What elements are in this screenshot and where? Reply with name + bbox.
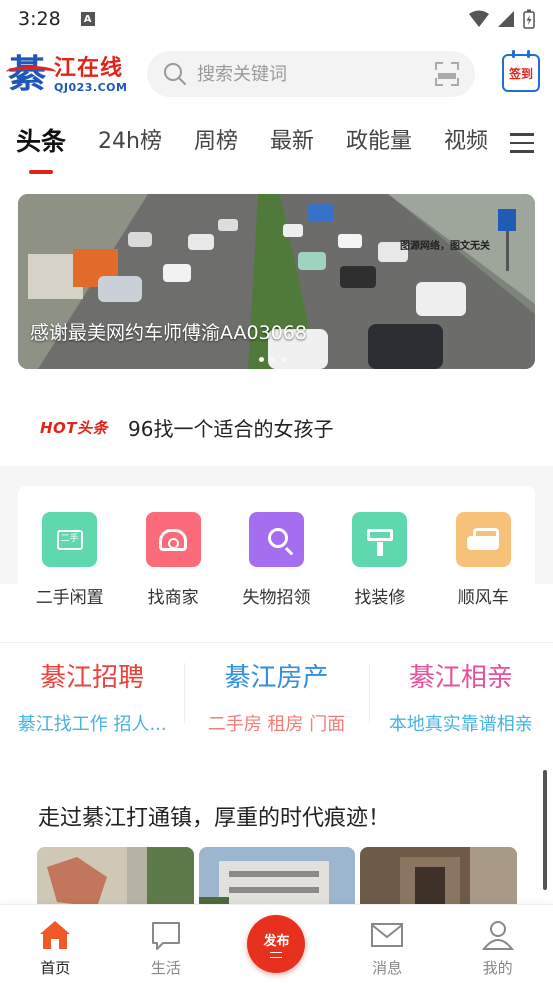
nav-label: 我的 bbox=[482, 959, 513, 977]
channel-dating[interactable]: 綦江相亲 本地真实靠谱相亲 bbox=[368, 655, 553, 750]
nav-home[interactable]: 首页 bbox=[0, 905, 111, 984]
logo[interactable]: 綦 江在线 QJ023.COM bbox=[6, 50, 134, 98]
service-renovation[interactable]: 找装修 bbox=[332, 512, 428, 624]
channel-subtitle: 綦江找工作 招人... bbox=[17, 714, 167, 735]
home-icon bbox=[40, 921, 71, 949]
status-time: 3:28 bbox=[18, 8, 61, 30]
channel-title: 綦江相亲 bbox=[408, 663, 513, 693]
category-tabs: 头条 24h榜 周榜 最新 政能量 视频 bbox=[0, 118, 553, 174]
banner-watermark: 图源网络，图文无关 bbox=[400, 241, 490, 252]
service-secondhand[interactable]: 二手 二手闲置 bbox=[22, 512, 118, 624]
channel-links: 綦江招聘 綦江找工作 招人... 綦江房产 二手房 租房 门面 綦江相亲 本地真… bbox=[0, 655, 553, 750]
tab-positive-energy[interactable]: 政能量 bbox=[346, 118, 412, 174]
tab-video[interactable]: 视频 bbox=[444, 118, 488, 174]
menu-icon[interactable] bbox=[510, 133, 534, 155]
nav-profile[interactable]: 我的 bbox=[442, 905, 553, 984]
nav-label: 生活 bbox=[150, 959, 181, 977]
scan-icon[interactable] bbox=[435, 62, 459, 86]
mail-icon bbox=[371, 923, 404, 947]
chat-icon bbox=[151, 922, 180, 950]
car-icon bbox=[455, 512, 511, 567]
bottom-nav: 首页 生活 发布 消息 我的 bbox=[0, 904, 553, 984]
search-bar[interactable] bbox=[147, 51, 475, 97]
scrollbar[interactable] bbox=[543, 770, 547, 890]
publish-label: 发布 bbox=[263, 934, 290, 949]
channel-real-estate[interactable]: 綦江房产 二手房 租房 门面 bbox=[184, 655, 368, 750]
service-label: 二手闲置 bbox=[35, 588, 104, 608]
logo-text: 江在线 bbox=[54, 56, 124, 81]
article-images[interactable] bbox=[37, 847, 518, 917]
banner-carousel[interactable]: 图源网络，图文无关 感谢最美网约车师傅渝AA03068 bbox=[18, 194, 535, 369]
notification-icon: A bbox=[80, 12, 95, 26]
header: 綦 江在线 QJ023.COM 签到 bbox=[0, 42, 553, 106]
user-icon bbox=[481, 921, 514, 950]
tab-weekly[interactable]: 周榜 bbox=[194, 118, 238, 174]
banner-caption: 感谢最美网约车师傅渝AA03068 bbox=[30, 322, 307, 344]
banner-dot[interactable] bbox=[270, 357, 275, 362]
service-lost-found[interactable]: 失物招领 bbox=[228, 512, 324, 624]
tab-24h[interactable]: 24h榜 bbox=[98, 118, 162, 174]
wifi-icon bbox=[469, 10, 489, 27]
nav-label: 消息 bbox=[372, 959, 403, 977]
section-divider bbox=[0, 642, 553, 643]
checkin-button[interactable]: 签到 bbox=[502, 50, 540, 92]
banner-dot[interactable] bbox=[259, 357, 264, 362]
hot-headline[interactable]: HOT头条 96找一个适合的女孩子 bbox=[0, 398, 553, 456]
banner-pagination bbox=[259, 357, 286, 362]
search-icon bbox=[164, 63, 186, 85]
channel-title: 綦江房产 bbox=[224, 663, 329, 693]
search-icon bbox=[248, 512, 304, 567]
checkin-label: 签到 bbox=[508, 66, 533, 81]
publish-button[interactable]: 发布 bbox=[247, 915, 306, 973]
hot-headline-text[interactable]: 96找一个适合的女孩子 bbox=[128, 413, 333, 442]
service-carpool[interactable]: 顺风车 bbox=[435, 512, 531, 624]
hot-badge: HOT头条 bbox=[40, 418, 109, 437]
tab-track: 头条 24h榜 周榜 最新 政能量 视频 bbox=[0, 118, 500, 174]
service-label: 失物招领 bbox=[242, 588, 311, 608]
logo-swoosh bbox=[6, 66, 56, 78]
channel-subtitle: 本地真实靠谱相亲 bbox=[388, 714, 533, 735]
nav-messages[interactable]: 消息 bbox=[332, 905, 443, 984]
nav-life[interactable]: 生活 bbox=[111, 905, 222, 984]
brush-icon bbox=[352, 512, 408, 567]
status-bar: 3:28 A bbox=[0, 0, 553, 38]
tab-latest[interactable]: 最新 bbox=[270, 118, 314, 174]
logo-domain: QJ023.COM bbox=[54, 81, 128, 94]
services-grid: 二手 二手闲置 找商家 失物招领 找装修 顺风车 bbox=[18, 486, 535, 624]
nav-publish[interactable]: 发布 bbox=[221, 905, 332, 984]
banner-dot[interactable] bbox=[281, 357, 286, 362]
service-label: 顺风车 bbox=[457, 588, 509, 608]
channel-title: 綦江招聘 bbox=[40, 663, 145, 693]
publish-icon bbox=[270, 952, 283, 958]
phone-icon bbox=[145, 512, 201, 567]
status-icons bbox=[469, 9, 535, 29]
channel-subtitle: 二手房 租房 门面 bbox=[207, 714, 346, 735]
tag-icon: 二手 bbox=[42, 512, 98, 567]
article-title[interactable]: 走过綦江打通镇，厚重的时代痕迹！ bbox=[38, 800, 390, 832]
service-label: 找商家 bbox=[147, 588, 199, 608]
service-find-merchant[interactable]: 找商家 bbox=[125, 512, 221, 624]
search-input[interactable] bbox=[197, 63, 417, 85]
signal-icon bbox=[498, 11, 514, 27]
tab-headlines[interactable]: 头条 bbox=[16, 118, 66, 174]
service-label: 找装修 bbox=[354, 588, 406, 608]
channel-jobs[interactable]: 綦江招聘 綦江找工作 招人... bbox=[0, 655, 184, 750]
battery-icon bbox=[523, 9, 535, 29]
nav-label: 首页 bbox=[40, 959, 71, 977]
